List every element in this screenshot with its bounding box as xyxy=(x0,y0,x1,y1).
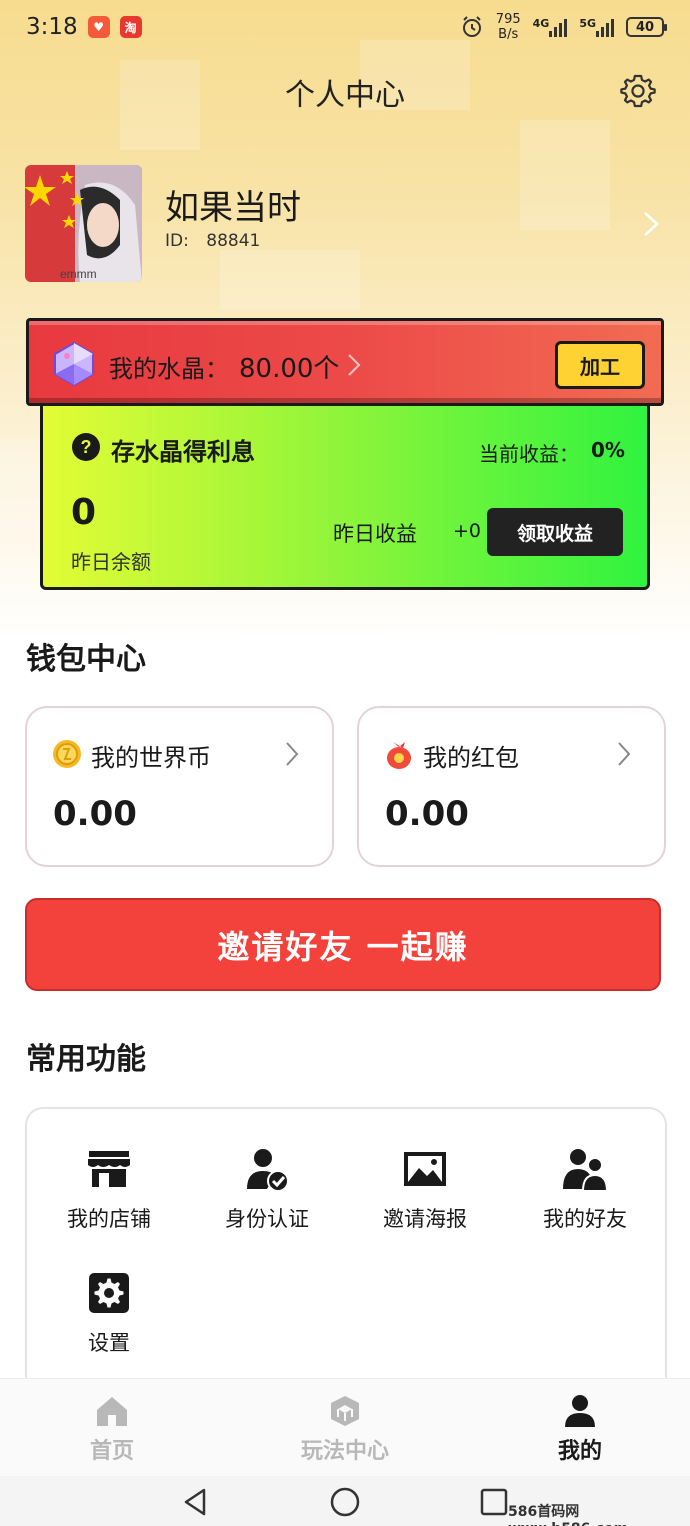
tab-gameplay-center[interactable]: 玩法中心 xyxy=(275,1393,415,1465)
cube-icon xyxy=(331,1396,359,1426)
interest-card: ? 存水晶得利息 当前收益： 0% 0 昨日余额 昨日收益 +0 领取收益 xyxy=(40,406,650,590)
function-settings[interactable]: 设置 xyxy=(39,1269,179,1357)
current-earnings-value: 0% xyxy=(591,438,625,462)
watermark: 586首码网 www.h586.com xyxy=(508,1504,628,1526)
function-my-friends[interactable]: 我的好友 xyxy=(515,1145,655,1233)
network-speed: 795 B/s xyxy=(496,12,521,42)
tab-home[interactable]: 首页 xyxy=(42,1393,182,1465)
current-earnings-label: 当前收益： xyxy=(479,442,579,466)
status-bar: 3:18 ♥ 淘 795 B/s 4G 5G 40 xyxy=(0,0,690,54)
net-speed-value: 795 xyxy=(495,12,521,27)
function-invite-poster[interactable]: 邀请海报 xyxy=(355,1145,495,1233)
function-label: 我的店铺 xyxy=(67,1207,151,1231)
crystal-value: 80.00个 xyxy=(239,354,340,384)
notification-app-icon: ♥ xyxy=(87,16,110,38)
user-id-value: 88841 xyxy=(206,231,261,251)
chevron-right-icon xyxy=(618,742,631,766)
page-title: 个人中心 xyxy=(285,78,405,113)
wallet-card-coins[interactable]: 我的世界币 0.00 xyxy=(25,706,334,867)
claim-earnings-button[interactable]: 领取收益 xyxy=(487,508,623,556)
function-label: 设置 xyxy=(88,1331,130,1355)
chevron-right-icon[interactable] xyxy=(642,210,660,238)
status-time: 3:18 xyxy=(26,14,78,40)
battery-icon: 40 xyxy=(626,17,667,37)
net-speed-unit: B/s xyxy=(498,27,519,42)
function-identity-verification[interactable]: 身份认证 xyxy=(197,1145,337,1233)
svg-text:?: ? xyxy=(81,437,92,457)
process-button[interactable]: 加工 xyxy=(555,341,645,389)
image-icon xyxy=(404,1152,446,1186)
recents-icon[interactable] xyxy=(478,1486,510,1518)
avatar-caption: emmm xyxy=(60,267,97,281)
signal-5g-label: 5G xyxy=(579,17,596,30)
crystal-label: 我的水晶： xyxy=(109,355,229,383)
alarm-icon xyxy=(462,16,481,37)
help-icon[interactable]: ? xyxy=(71,432,101,462)
wallet-card-value: 0.00 xyxy=(53,794,137,834)
red-envelope-icon xyxy=(387,742,411,769)
tab-label: 我的 xyxy=(557,1439,602,1464)
taobao-app-icon: 淘 xyxy=(119,16,142,38)
yesterday-balance-value: 0 xyxy=(71,492,97,533)
function-label: 邀请海报 xyxy=(383,1207,467,1231)
invite-friends-button[interactable]: 邀请好友 一起赚 xyxy=(25,898,661,991)
tab-label: 玩法中心 xyxy=(300,1439,389,1464)
yesterday-earnings-label: 昨日收益 xyxy=(333,522,417,546)
user-id: ID: 88841 xyxy=(165,231,260,251)
coin-icon xyxy=(53,740,81,768)
person-icon xyxy=(565,1395,595,1427)
tab-label: 首页 xyxy=(89,1439,134,1464)
user-id-label: ID: xyxy=(165,231,189,251)
store-icon xyxy=(88,1151,130,1187)
signal-4g-icon: 4G xyxy=(533,17,568,37)
settings-icon xyxy=(89,1273,129,1313)
home-icon xyxy=(97,1397,127,1426)
back-icon[interactable] xyxy=(180,1486,212,1518)
function-my-store[interactable]: 我的店铺 xyxy=(39,1145,179,1233)
function-label: 身份认证 xyxy=(225,1207,309,1231)
interest-title: 存水晶得利息 xyxy=(111,438,255,466)
yesterday-earnings-value: +0 xyxy=(453,520,482,542)
wallet-card-red-envelope[interactable]: 我的红包 0.00 xyxy=(357,706,666,867)
tab-mine[interactable]: 我的 xyxy=(510,1393,650,1465)
chevron-right-icon xyxy=(348,354,361,376)
wallet-card-label: 我的红包 xyxy=(423,744,519,772)
bottom-tab-bar: 首页 玩法中心 我的 xyxy=(0,1378,690,1476)
gear-icon[interactable] xyxy=(619,72,657,110)
chevron-right-icon xyxy=(286,742,299,766)
friends-icon xyxy=(563,1149,609,1192)
wallet-card-value: 0.00 xyxy=(385,794,469,834)
yesterday-balance-label: 昨日余额 xyxy=(71,550,151,574)
crystal-bar[interactable]: 我的水晶： 80.00个 加工 xyxy=(26,318,664,406)
user-name: 如果当时 xyxy=(165,188,301,228)
user-verified-icon xyxy=(247,1149,289,1192)
avatar[interactable]: emmm xyxy=(25,165,142,282)
signal-4g-label: 4G xyxy=(532,17,550,30)
battery-level: 40 xyxy=(635,19,655,35)
crystal-icon xyxy=(54,341,94,387)
function-label: 我的好友 xyxy=(543,1207,627,1231)
wallet-section-title: 钱包中心 xyxy=(26,642,146,677)
signal-5g-icon: 5G xyxy=(579,17,614,37)
functions-section-title: 常用功能 xyxy=(26,1042,146,1077)
home-circle-icon[interactable] xyxy=(329,1486,361,1518)
wallet-card-label: 我的世界币 xyxy=(91,744,211,772)
functions-card: 我的店铺 身份认证 邀请海报 我的好友 设置 xyxy=(25,1107,667,1397)
